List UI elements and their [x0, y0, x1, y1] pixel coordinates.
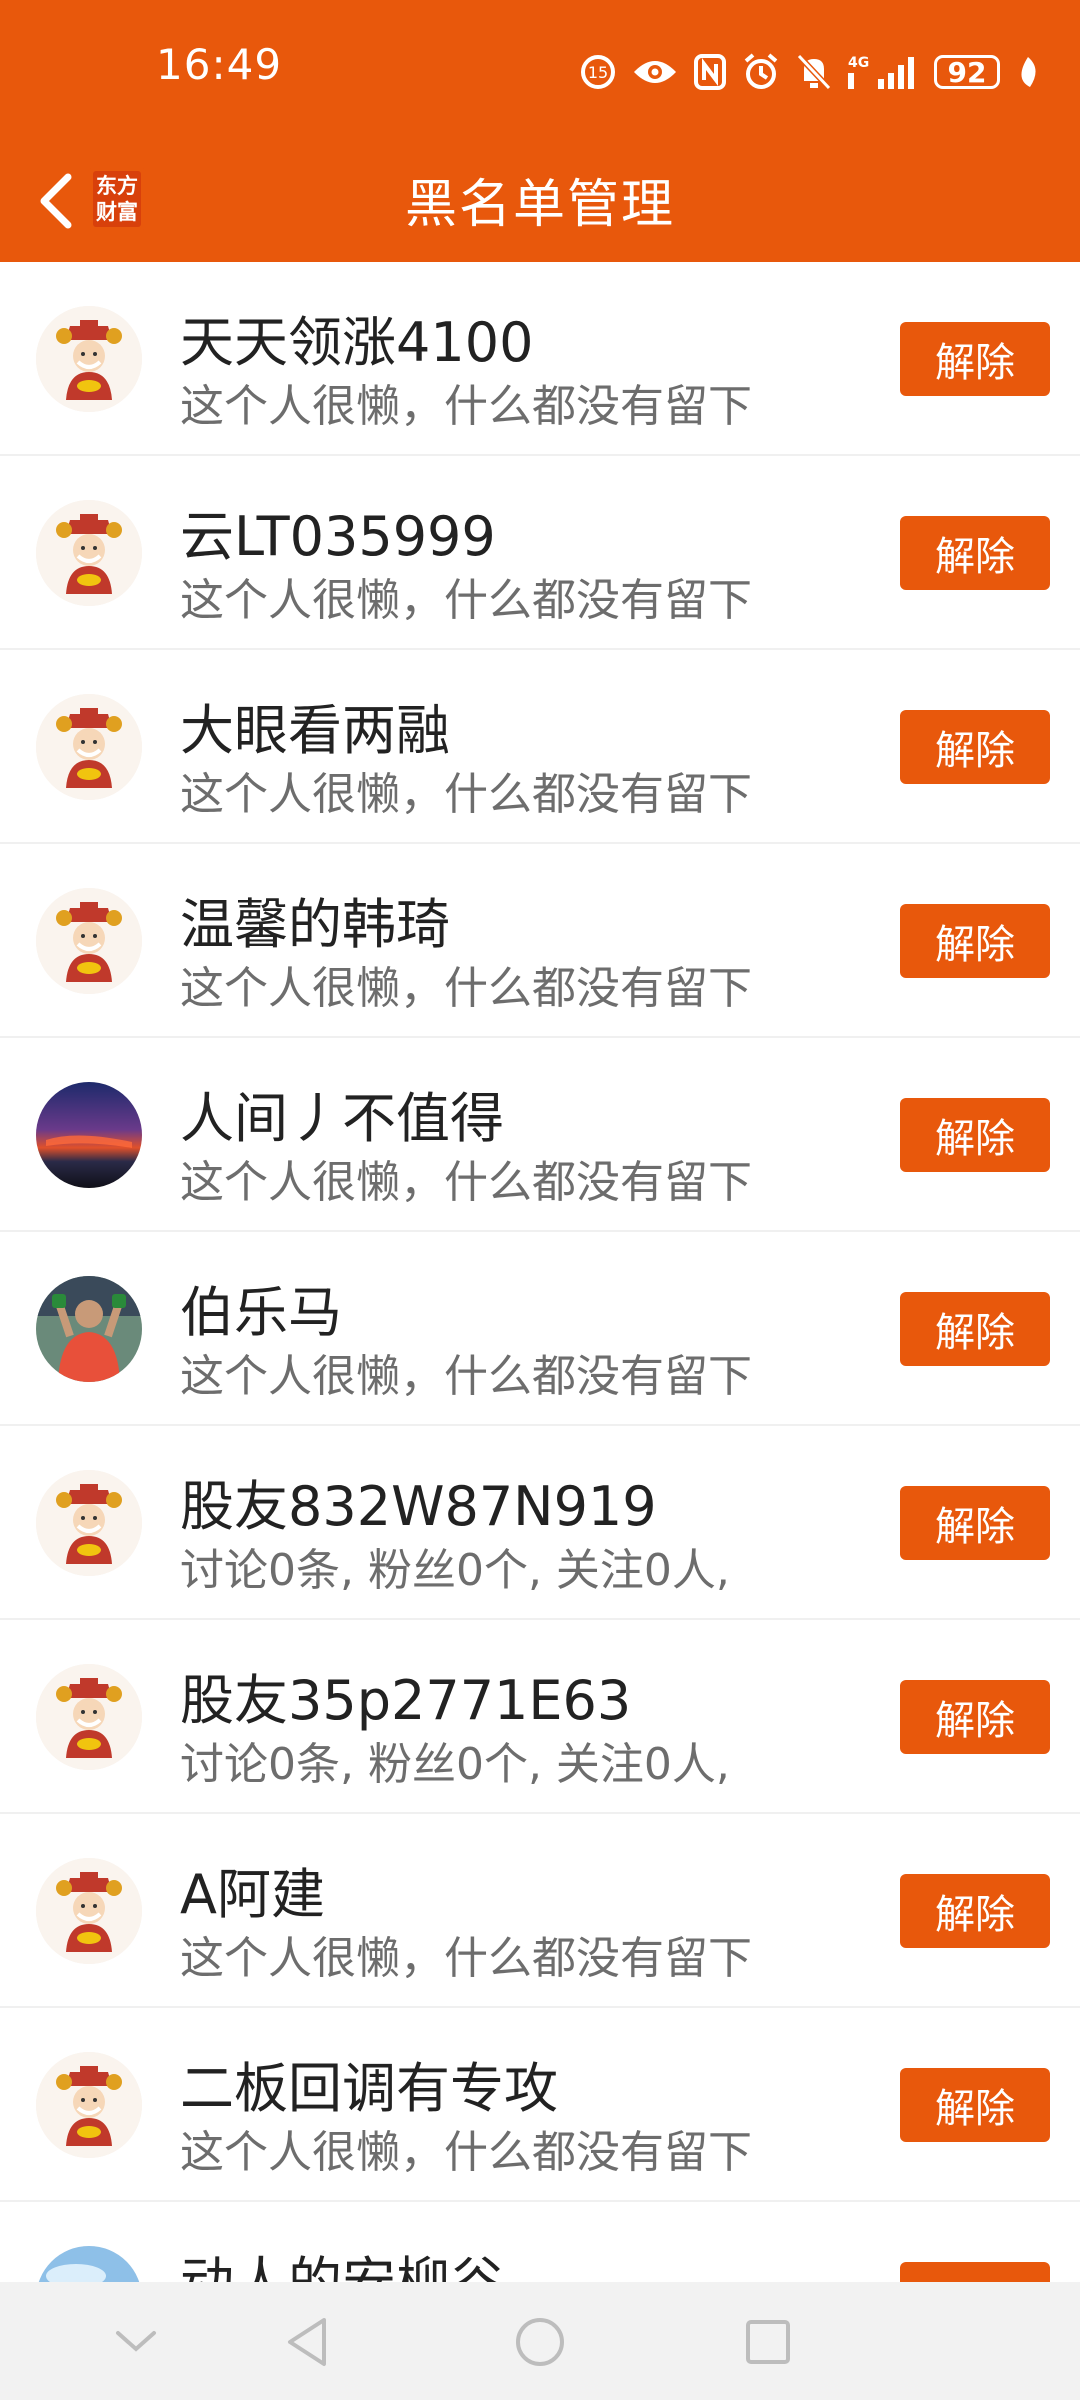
list-item[interactable]: 股友35p2771E63 讨论0条, 粉丝0个, 关注0人, 解除 [0, 1620, 1080, 1814]
user-name: 动人的安柳谷 [180, 2238, 504, 2282]
avatar[interactable] [36, 888, 142, 994]
avatar[interactable] [36, 1276, 142, 1382]
battery-indicator: 92 [934, 55, 1000, 89]
list-item[interactable]: 动人的安柳谷解除 [0, 2202, 1080, 2282]
unblock-button[interactable]: 解除 [900, 904, 1050, 978]
unblock-button[interactable]: 解除 [900, 2068, 1050, 2142]
avatar[interactable] [36, 1858, 142, 1964]
list-item[interactable]: A阿建这个人很懒，什么都没有留下 解除 [0, 1814, 1080, 2008]
list-item[interactable]: 云LT035999 这个人很懒，什么都没有留下 解除 [0, 456, 1080, 650]
user-name: 二板回调有专攻 [180, 2057, 558, 2120]
user-name: 股友35p2771E63 [180, 1669, 632, 1732]
user-description: 这个人很懒，什么都没有留下 [180, 1933, 752, 1984]
nav-back-button[interactable] [276, 2310, 340, 2374]
system-nav-bar [0, 2282, 1080, 2400]
unblock-button[interactable]: 解除 [900, 1874, 1050, 1948]
chevron-down-icon [116, 2331, 156, 2352]
unblock-button[interactable]: 解除 [900, 2262, 1050, 2282]
user-description: 讨论0条, 粉丝0个, 关注0人, [180, 1739, 730, 1790]
status-icons: 15 4G 92 [580, 48, 1040, 96]
unblock-button[interactable]: 解除 [900, 710, 1050, 784]
list-item[interactable]: 股友832W87N919 讨论0条, 粉丝0个, 关注0人, 解除 [0, 1426, 1080, 1620]
eye-icon [634, 61, 676, 83]
avatar[interactable] [36, 1082, 142, 1188]
user-name: A阿建 [180, 1863, 325, 1926]
user-name: 大眼看两融 [180, 699, 450, 762]
nav-home-button[interactable] [508, 2310, 572, 2374]
signal-4g-icon: 4G [848, 55, 914, 89]
status-time: 16:49 [156, 40, 283, 89]
user-name: 股友832W87N919 [180, 1475, 657, 1538]
svg-text:15: 15 [588, 63, 608, 82]
nav-recents-button[interactable] [736, 2310, 800, 2374]
user-name: 人间丿不值得 [180, 1087, 504, 1150]
avatar[interactable] [36, 694, 142, 800]
circle-home-icon [516, 2318, 564, 2366]
unblock-button[interactable]: 解除 [900, 322, 1050, 396]
user-name: 伯乐马 [180, 1281, 342, 1344]
user-description: 这个人很懒，什么都没有留下 [180, 2127, 752, 2178]
user-description: 这个人很懒，什么都没有留下 [180, 381, 752, 432]
avatar[interactable] [36, 2246, 142, 2282]
nav-hide-button[interactable] [104, 2310, 168, 2374]
alarm-icon [744, 53, 778, 89]
page-title: 黑名单管理 [404, 175, 675, 235]
list-item[interactable]: 天天领涨4100 这个人很懒，什么都没有留下 解除 [0, 262, 1080, 456]
list-item[interactable]: 人间丿不值得这个人很懒，什么都没有留下 解除 [0, 1038, 1080, 1232]
user-name: 天天领涨4100 [180, 311, 534, 374]
user-description: 这个人很懒，什么都没有留下 [180, 963, 752, 1014]
user-description: 这个人很懒，什么都没有留下 [180, 575, 752, 626]
blacklist: 天天领涨4100 这个人很懒，什么都没有留下 解除 云LT035999 这个人很懒，什么… [0, 262, 1080, 2282]
nav-bar: 东方 财富 黑名单管理 [0, 140, 1080, 262]
unblock-button[interactable]: 解除 [900, 1486, 1050, 1560]
svg-text:4G: 4G [848, 55, 869, 71]
user-description: 讨论0条, 粉丝0个, 关注0人, [180, 1545, 730, 1596]
header-bar: 16:49 15 4G 92 东方 财富 黑名单管理 [0, 0, 1080, 262]
status-bar: 16:49 15 4G 92 [0, 0, 1080, 140]
list-item[interactable]: 二板回调有专攻这个人很懒，什么都没有留下 解除 [0, 2008, 1080, 2202]
leaf-icon [1021, 57, 1036, 87]
list-item[interactable]: 伯乐马这个人很懒，什么都没有留下 解除 [0, 1232, 1080, 1426]
mute-icon [796, 53, 832, 91]
user-name: 云LT035999 [180, 505, 496, 568]
avatar[interactable] [36, 1470, 142, 1576]
user-name: 温馨的韩琦 [180, 893, 450, 956]
avatar[interactable] [36, 500, 142, 606]
user-description: 这个人很懒，什么都没有留下 [180, 769, 752, 820]
list-item[interactable]: 温馨的韩琦这个人很懒，什么都没有留下 解除 [0, 844, 1080, 1038]
user-description: 这个人很懒，什么都没有留下 [180, 1157, 752, 1208]
avatar[interactable] [36, 306, 142, 412]
avatar[interactable] [36, 1664, 142, 1770]
unblock-button[interactable]: 解除 [900, 516, 1050, 590]
data-saver-icon: 15 [581, 55, 615, 89]
unblock-button[interactable]: 解除 [900, 1292, 1050, 1366]
unblock-button[interactable]: 解除 [900, 1098, 1050, 1172]
square-recents-icon [746, 2320, 790, 2364]
list-item[interactable]: 大眼看两融这个人很懒，什么都没有留下 解除 [0, 650, 1080, 844]
nfc-icon [694, 54, 726, 90]
avatar[interactable] [36, 2052, 142, 2158]
user-description: 这个人很懒，什么都没有留下 [180, 1351, 752, 1402]
triangle-back-icon [288, 2318, 326, 2366]
unblock-button[interactable]: 解除 [900, 1680, 1050, 1754]
